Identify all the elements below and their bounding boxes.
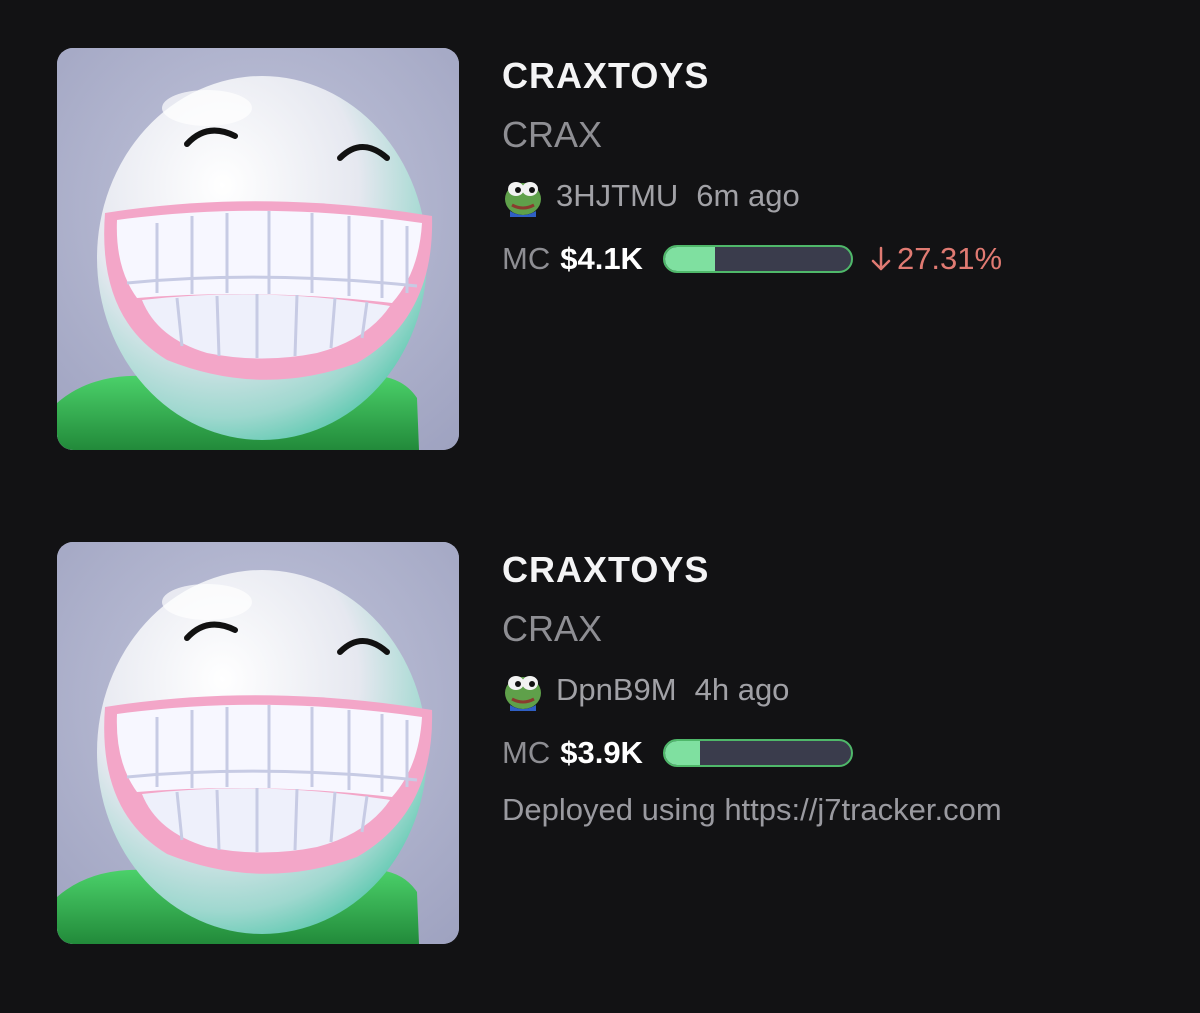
- pepe-frog-avatar-icon[interactable]: [502, 669, 544, 711]
- creator-row: DpnB9M 4h ago: [502, 668, 789, 712]
- price-change: 27.31%: [869, 241, 1002, 277]
- token-name[interactable]: CRAXTOYS: [502, 55, 709, 97]
- token-image[interactable]: [57, 542, 459, 944]
- market-cap-label: MC: [502, 241, 551, 276]
- smiling-ball-character-image: [57, 48, 459, 450]
- market-cap-value: $3.9K: [560, 735, 643, 770]
- creator-address[interactable]: DpnB9M: [556, 672, 677, 708]
- token-ticker: CRAX: [502, 608, 603, 649]
- token-description: Deployed using https://j7tracker.com: [502, 792, 1002, 827]
- market-cap-label: MC: [502, 735, 551, 770]
- market-cap-row: MC $4.1K 27.31%: [502, 237, 1002, 281]
- market-cap-row: MC $3.9K: [502, 731, 853, 775]
- token-ticker: CRAX: [502, 114, 603, 155]
- creator-row: 3HJTMU 6m ago: [502, 174, 800, 218]
- created-time: 6m ago: [696, 178, 800, 213]
- bonding-progress-fill: [664, 247, 716, 271]
- token-image[interactable]: [57, 48, 459, 450]
- smiling-ball-character-image: [57, 542, 459, 944]
- token-name[interactable]: CRAXTOYS: [502, 549, 709, 591]
- creator-address[interactable]: 3HJTMU: [556, 178, 678, 214]
- market-cap-value: $4.1K: [560, 241, 643, 276]
- bonding-progress-bar: [662, 739, 853, 767]
- token-card[interactable]: CRAXTOYS CRAX 3HJTMU 6m ago MC $4.1K 27.…: [57, 48, 1157, 450]
- price-change-value: 27.31%: [896, 241, 1003, 276]
- arrow-down-icon: [871, 246, 891, 271]
- pepe-frog-avatar-icon[interactable]: [502, 175, 544, 217]
- token-feed: CRAXTOYS CRAX 3HJTMU 6m ago MC $4.1K 27.…: [0, 0, 1200, 1013]
- bonding-progress-bar: [662, 245, 853, 273]
- created-time: 4h ago: [694, 672, 790, 707]
- bonding-progress-fill: [664, 741, 701, 765]
- token-card[interactable]: CRAXTOYS CRAX DpnB9M 4h ago MC $3.9K Dep…: [57, 542, 1157, 944]
